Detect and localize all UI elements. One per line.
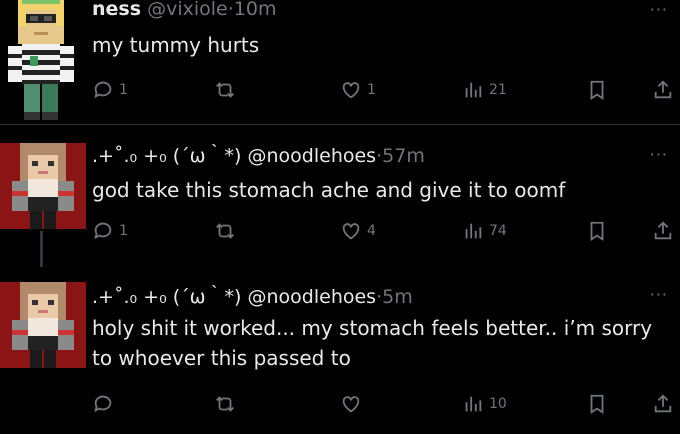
reply-button[interactable] (92, 392, 119, 416)
retweet-button[interactable] (214, 219, 241, 243)
bookmark-button[interactable] (586, 219, 608, 243)
reply-icon (94, 222, 112, 240)
bookmark-icon (590, 394, 604, 414)
reply-button[interactable]: 1 (92, 219, 128, 243)
like-count: 1 (367, 82, 376, 98)
user-handle[interactable]: @vixiole (147, 0, 228, 20)
tweet-header: ness @vixiole·10m (92, 0, 276, 20)
tweet-text: holy shit it worked... my stomach feels … (92, 316, 653, 370)
bookmark-icon (590, 221, 604, 241)
more-options-icon[interactable]: ··· (650, 0, 668, 19)
action-bar: 1 4 74 (92, 219, 676, 243)
user-handle[interactable]: .+˚.₀ +₀ (´ω｀*) @noodlehoes (92, 286, 376, 308)
like-button[interactable]: 1 (340, 78, 376, 102)
tweet-text: god take this stomach ache and give it t… (92, 178, 566, 202)
bookmark-button[interactable] (586, 78, 608, 102)
action-bar: 10 (92, 392, 676, 416)
like-button[interactable] (340, 392, 367, 416)
tweet-text: my tummy hurts (92, 33, 260, 57)
views-button[interactable]: 74 (462, 219, 507, 243)
heart-icon (342, 223, 360, 240)
timestamp[interactable]: 5m (382, 286, 413, 308)
tweet-3[interactable]: .+˚.₀ +₀ (´ω｀*) @noodlehoes·5m ··· holy … (0, 267, 680, 434)
heart-icon (342, 82, 360, 99)
bookmark-icon (590, 80, 604, 100)
analytics-icon (465, 82, 482, 98)
analytics-icon (465, 396, 482, 412)
share-button[interactable] (652, 219, 674, 243)
minecraft-avatar-icon (8, 0, 74, 120)
reply-icon (94, 81, 112, 99)
analytics-icon (465, 223, 482, 239)
avatar[interactable] (0, 0, 86, 122)
reply-button[interactable]: 1 (92, 78, 128, 102)
share-button[interactable] (652, 78, 674, 102)
tweet-header: .+˚.₀ +₀ (´ω｀*) @noodlehoes·5m (92, 282, 413, 309)
views-button[interactable]: 21 (462, 78, 507, 102)
avatar[interactable] (0, 143, 86, 229)
views-count: 74 (489, 223, 507, 239)
retweet-icon (216, 396, 234, 412)
retweet-icon (216, 82, 234, 98)
display-name[interactable]: ness (92, 0, 141, 20)
user-handle[interactable]: .+˚.₀ +₀ (´ω｀*) @noodlehoes (92, 145, 376, 167)
heart-icon (342, 396, 360, 413)
views-button[interactable]: 10 (462, 392, 507, 416)
minecraft-avatar-icon (0, 143, 86, 229)
share-icon (654, 221, 672, 240)
views-count: 21 (489, 82, 507, 98)
thread-connector (40, 231, 43, 267)
share-icon (654, 394, 672, 413)
more-options-icon[interactable]: ··· (650, 145, 668, 164)
reply-count: 1 (119, 223, 128, 239)
share-icon (654, 80, 672, 99)
avatar[interactable] (0, 282, 86, 368)
retweet-icon (216, 223, 234, 239)
tweet-1[interactable]: ness @vixiole·10m ··· my tummy hurts 1 1… (0, 0, 680, 124)
share-button[interactable] (652, 392, 674, 416)
reply-count: 1 (119, 82, 128, 98)
minecraft-avatar-icon (0, 282, 86, 368)
more-options-icon[interactable]: ··· (650, 285, 668, 304)
action-bar: 1 1 21 (92, 78, 676, 102)
timestamp[interactable]: 57m (382, 145, 425, 167)
timestamp[interactable]: 10m (234, 0, 277, 20)
views-count: 10 (489, 396, 507, 412)
reply-icon (94, 395, 112, 413)
like-count: 4 (367, 223, 376, 239)
retweet-button[interactable] (214, 392, 241, 416)
retweet-button[interactable] (214, 78, 241, 102)
like-button[interactable]: 4 (340, 219, 376, 243)
tweet-header: .+˚.₀ +₀ (´ω｀*) @noodlehoes·57m (92, 141, 425, 168)
bookmark-button[interactable] (586, 392, 608, 416)
tweet-2[interactable]: .+˚.₀ +₀ (´ω｀*) @noodlehoes·57m ··· god … (0, 125, 680, 267)
